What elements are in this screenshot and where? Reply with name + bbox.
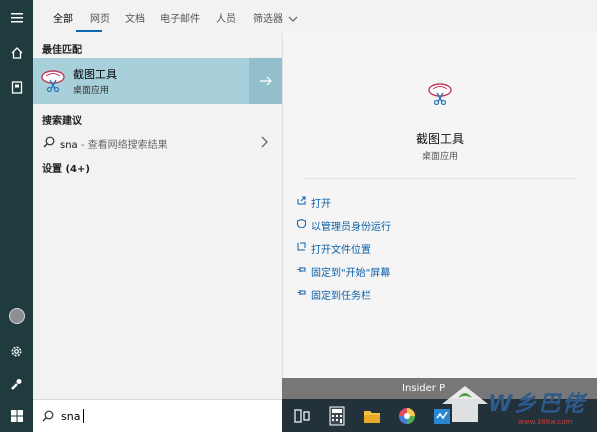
calculator-icon[interactable]: [327, 406, 347, 426]
best-match-heading: 最佳匹配: [42, 45, 82, 56]
search-input-value[interactable]: sna: [61, 410, 80, 423]
insider-label: Insider P: [402, 383, 446, 394]
divider: [303, 178, 577, 179]
task-view-icon[interactable]: [292, 406, 312, 426]
chevron-right-icon: [261, 136, 268, 148]
avatar: [8, 308, 25, 324]
search-suggestions-heading: 搜索建议: [42, 116, 82, 127]
preview-subtitle: 桌面应用: [421, 152, 458, 162]
hamburger-menu-icon[interactable]: [0, 2, 33, 34]
arrow-right-icon: [259, 76, 272, 86]
settings-heading[interactable]: 设置 (4+): [42, 160, 90, 175]
search-scope-tabs: 全部 网页 文档 电子邮件 人员 筛选器: [33, 0, 597, 33]
search-icon: [43, 136, 55, 148]
home-icon[interactable]: [0, 37, 33, 69]
best-match-item[interactable]: 截图工具 桌面应用: [33, 58, 249, 104]
pin-icon: [297, 267, 306, 272]
search-box[interactable]: sna: [33, 399, 282, 432]
snipping-tool-icon: [41, 70, 65, 93]
active-tab-indicator: [76, 30, 102, 32]
tab-people[interactable]: 人员: [216, 10, 236, 25]
action-label: 固定到任务栏: [311, 291, 371, 302]
app-preview-panel: 截图工具 桌面应用 打开 以管理员身份运行 打开文件位置 固定到"开始"屏幕 固…: [282, 33, 597, 378]
best-match-subtitle: 桌面应用: [73, 86, 110, 96]
user-avatar[interactable]: [0, 300, 33, 332]
chevron-down-icon: [288, 16, 298, 22]
action-label: 打开: [311, 199, 331, 210]
windows-start-icon[interactable]: [0, 400, 33, 432]
snipping-tool-icon: [428, 83, 452, 106]
site-watermark: W乡巴佬 www.386w.com: [440, 380, 597, 432]
tab-filters[interactable]: 筛选器: [253, 10, 298, 25]
action-open[interactable]: 打开: [297, 195, 331, 210]
tab-email[interactable]: 电子邮件: [160, 10, 200, 25]
filters-label: 筛选器: [253, 14, 283, 25]
open-icon: [297, 196, 306, 205]
search-icon: [42, 410, 54, 422]
action-label: 固定到"开始"屏幕: [311, 268, 391, 279]
watermark-logo-icon: [442, 386, 488, 422]
file-explorer-icon[interactable]: [362, 406, 382, 426]
search-results-panel: 最佳匹配 截图工具 桌面应用 搜索建议 sna - 查看网络搜索结果 设置 (4…: [33, 33, 282, 399]
action-pin-to-start[interactable]: 固定到"开始"屏幕: [297, 264, 391, 279]
open-details-button[interactable]: [249, 58, 282, 104]
action-pin-to-taskbar[interactable]: 固定到任务栏: [297, 287, 371, 302]
start-rail: [0, 0, 33, 432]
best-match-title: 截图工具: [73, 68, 117, 81]
tab-all[interactable]: 全部: [53, 10, 73, 25]
web-search-suggestion[interactable]: sna - 查看网络搜索结果: [33, 132, 282, 152]
feedback-icon[interactable]: [0, 368, 33, 400]
action-run-as-admin[interactable]: 以管理员身份运行: [297, 218, 391, 233]
documents-icon[interactable]: [0, 71, 33, 103]
photos-app-icon[interactable]: [397, 406, 417, 426]
watermark-brand: W乡巴佬: [488, 392, 587, 417]
suggestion-query: sna: [60, 140, 78, 151]
tab-documents[interactable]: 文档: [125, 10, 145, 25]
action-label: 打开文件位置: [311, 245, 371, 256]
settings-gear-icon[interactable]: [0, 335, 33, 367]
folder-location-icon: [297, 242, 306, 251]
text-caret: [83, 409, 84, 423]
pin-icon: [297, 290, 306, 295]
suggestion-description: - 查看网络搜索结果: [77, 140, 168, 151]
tab-web[interactable]: 网页: [90, 10, 110, 25]
watermark-url: www.386w.com: [518, 418, 573, 426]
action-open-file-location[interactable]: 打开文件位置: [297, 241, 371, 256]
preview-title: 截图工具: [415, 132, 464, 146]
action-label: 以管理员身份运行: [311, 222, 391, 233]
shield-icon: [297, 219, 306, 228]
